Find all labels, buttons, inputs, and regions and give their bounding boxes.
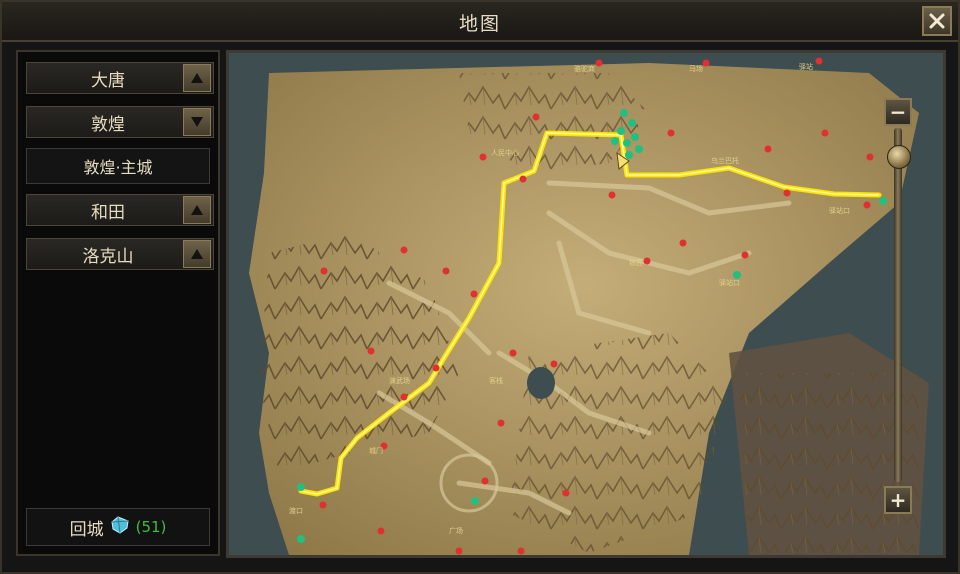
map-canvas[interactable]: 人民中心 骆驼商 马场 驿站 乌兰巴托 驿站口 驿站口 铁匠 演武场 客栈 城门… — [229, 53, 943, 555]
map-window: 地图 大唐 敦煌 敦煌·主城 和田 洛克山 回城 (51) 人民中心 骆驼商 马… — [0, 0, 960, 574]
npc-marker[interactable] — [595, 59, 603, 67]
npc-marker[interactable] — [679, 239, 687, 247]
npc-marker[interactable] — [470, 290, 478, 298]
close-button[interactable] — [922, 6, 952, 36]
window-title: 地图 — [458, 13, 501, 35]
region-dunhuang[interactable]: 敦煌 — [26, 106, 214, 138]
npc-marker[interactable] — [608, 191, 616, 199]
svg-text:人民中心: 人民中心 — [491, 148, 519, 157]
npc-marker[interactable] — [783, 189, 791, 197]
recall-count: (51) — [135, 518, 167, 536]
npc-marker[interactable] — [367, 347, 375, 355]
subregion-dunhuang-main-city[interactable]: 敦煌·主城 — [26, 148, 210, 184]
npc-marker[interactable] — [866, 153, 874, 161]
zoom-control: − + — [882, 94, 916, 518]
region-datang[interactable]: 大唐 — [26, 62, 214, 94]
svg-text:驿站: 驿站 — [799, 62, 813, 71]
zoom-track[interactable] — [894, 128, 902, 482]
svg-text:驿站口: 驿站口 — [829, 206, 850, 215]
npc-marker[interactable] — [509, 349, 517, 357]
portal-marker[interactable] — [631, 133, 639, 141]
down-arrow-icon[interactable] — [183, 108, 211, 136]
region-label: 大唐 — [91, 70, 125, 91]
zoom-slider-knob[interactable] — [887, 144, 911, 169]
portal-marker[interactable] — [620, 109, 628, 117]
up-arrow-icon[interactable] — [183, 64, 211, 92]
npc-marker[interactable] — [519, 175, 527, 183]
npc-marker[interactable] — [442, 267, 450, 275]
svg-text:驿站口: 驿站口 — [719, 278, 740, 287]
npc-marker[interactable] — [550, 360, 558, 368]
npc-marker[interactable] — [562, 489, 570, 497]
svg-text:骆驼商: 骆驼商 — [574, 64, 595, 73]
npc-marker[interactable] — [455, 547, 463, 555]
portal-marker[interactable] — [471, 497, 479, 505]
npc-marker[interactable] — [517, 547, 525, 555]
zoom-out-button[interactable]: − — [884, 98, 912, 126]
npc-marker[interactable] — [863, 201, 871, 209]
up-arrow-icon[interactable] — [183, 196, 211, 224]
region-hetian[interactable]: 和田 — [26, 194, 214, 226]
region-label: 洛克山 — [82, 246, 134, 267]
npc-marker[interactable] — [532, 113, 540, 121]
title-bar: 地图 — [2, 2, 958, 42]
portal-marker[interactable] — [733, 271, 741, 279]
portal-marker[interactable] — [628, 119, 636, 127]
svg-text:城门: 城门 — [369, 446, 383, 455]
region-luokeshan[interactable]: 洛克山 — [26, 238, 214, 270]
lake — [527, 367, 555, 399]
portal-marker[interactable] — [297, 535, 305, 543]
npc-marker[interactable] — [821, 129, 829, 137]
svg-text:马场: 马场 — [689, 64, 703, 73]
npc-marker[interactable] — [497, 419, 505, 427]
portal-marker[interactable] — [611, 137, 619, 145]
npc-marker[interactable] — [815, 57, 823, 65]
npc-marker[interactable] — [400, 246, 408, 254]
svg-text:客栈: 客栈 — [489, 376, 503, 385]
portal-marker[interactable] — [623, 139, 631, 147]
portal-marker[interactable] — [617, 127, 625, 135]
teleport-gem-icon — [110, 515, 130, 539]
npc-marker[interactable] — [741, 251, 749, 259]
portal-marker[interactable] — [297, 483, 305, 491]
svg-text:铁匠: 铁匠 — [629, 258, 643, 267]
recall-label: 回城 — [69, 519, 104, 540]
npc-marker[interactable] — [764, 145, 772, 153]
return-to-city-button[interactable]: 回城 (51) — [26, 508, 210, 546]
npc-marker[interactable] — [481, 477, 489, 485]
svg-text:乌兰巴托: 乌兰巴托 — [711, 156, 739, 165]
close-icon — [929, 13, 945, 29]
npc-marker[interactable] — [432, 364, 440, 372]
world-map-view[interactable]: 人民中心 骆驼商 马场 驿站 乌兰巴托 驿站口 驿站口 铁匠 演武场 客栈 城门… — [226, 50, 946, 558]
npc-marker[interactable] — [377, 527, 385, 535]
region-label: 和田 — [91, 202, 125, 223]
npc-marker[interactable] — [702, 59, 710, 67]
npc-marker[interactable] — [320, 267, 328, 275]
region-sidebar: 大唐 敦煌 敦煌·主城 和田 洛克山 回城 (51) — [16, 50, 220, 556]
up-arrow-icon[interactable] — [183, 240, 211, 268]
region-label: 敦煌 — [91, 114, 125, 135]
svg-text:渡口: 渡口 — [289, 506, 303, 515]
svg-text:广场: 广场 — [449, 526, 463, 535]
npc-marker[interactable] — [643, 257, 651, 265]
portal-marker[interactable] — [635, 145, 643, 153]
npc-marker[interactable] — [400, 393, 408, 401]
npc-marker[interactable] — [667, 129, 675, 137]
npc-marker[interactable] — [319, 501, 327, 509]
portal-marker[interactable] — [625, 151, 633, 159]
zoom-in-button[interactable]: + — [884, 486, 912, 514]
svg-text:演武场: 演武场 — [389, 376, 410, 385]
npc-marker[interactable] — [479, 153, 487, 161]
